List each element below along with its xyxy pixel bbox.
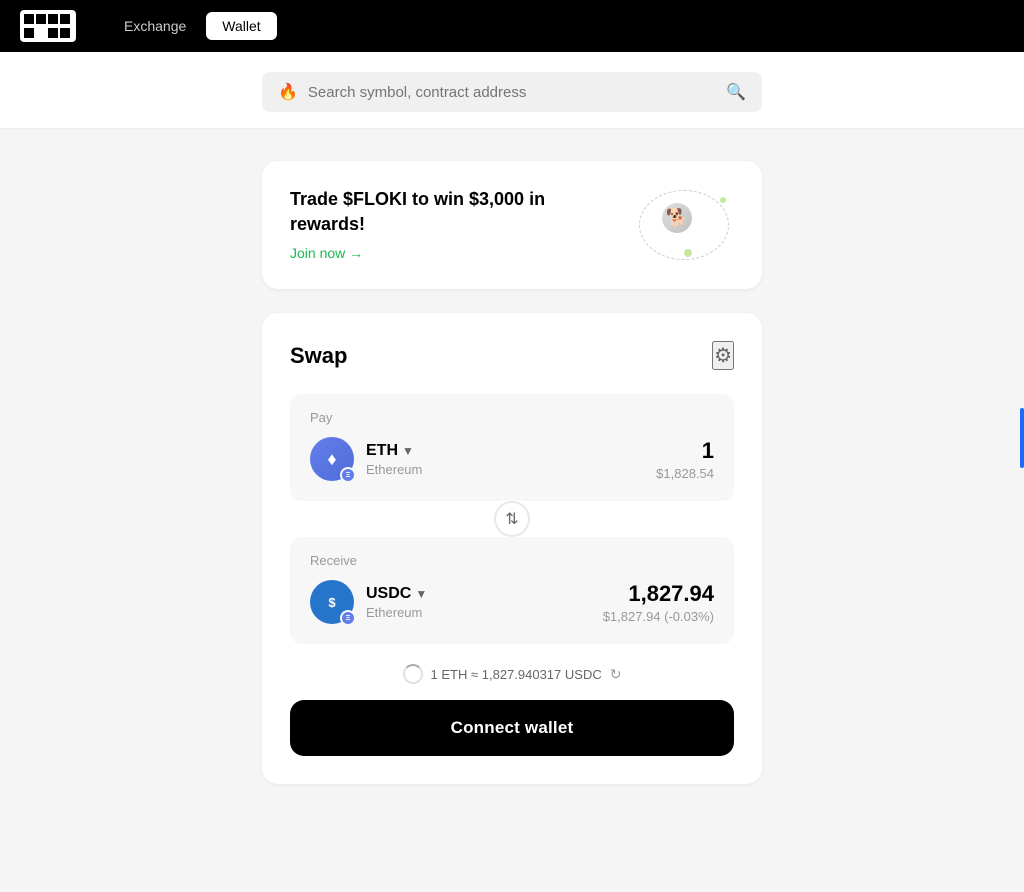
planet-body: 🐕 xyxy=(662,203,692,233)
usdc-chain-badge: Ξ xyxy=(340,610,356,626)
swap-header: Swap ⚙ xyxy=(290,341,734,370)
promo-join-link[interactable]: Join now → xyxy=(290,245,363,261)
receive-token-name: USDC xyxy=(366,585,411,603)
pay-token-right: 1 $1,828.54 xyxy=(656,438,714,481)
search-container: 🔥 🔍 xyxy=(0,52,1024,129)
settings-button[interactable]: ⚙ xyxy=(712,341,734,370)
orbit-dot-2 xyxy=(720,197,726,203)
rate-row: 1 ETH ≈ 1,827.940317 USDC ↻ xyxy=(290,664,734,684)
pay-token-usd: $1,828.54 xyxy=(656,466,714,481)
eth-symbol: ♦ xyxy=(327,449,336,470)
scroll-indicator xyxy=(1020,408,1024,468)
pay-token-dropdown-icon: ▼ xyxy=(402,444,414,458)
pay-token-left: ♦ Ξ ETH ▼ Ethereum xyxy=(310,437,422,481)
search-icon: 🔍 xyxy=(726,82,746,102)
pay-token-info: ETH ▼ Ethereum xyxy=(366,442,422,477)
eth-chain-badge: Ξ xyxy=(340,467,356,483)
receive-token-info: USDC ▼ Ethereum xyxy=(366,585,427,620)
search-bar: 🔥 🔍 xyxy=(262,72,762,112)
rate-text: 1 ETH ≈ 1,827.940317 USDC xyxy=(431,667,602,682)
rate-loader-icon xyxy=(403,664,423,684)
orbit-dot-1 xyxy=(684,249,692,257)
promo-card: Trade $FLOKI to win $3,000 in rewards! J… xyxy=(262,161,762,289)
header: Exchange Wallet xyxy=(0,0,1024,52)
swap-title: Swap xyxy=(290,343,347,369)
receive-token-dropdown-icon: ▼ xyxy=(415,587,427,601)
promo-illustration: 🐕 xyxy=(634,185,734,265)
nav-tabs: Exchange Wallet xyxy=(108,12,277,40)
okx-logo xyxy=(20,10,76,42)
swap-arrows-icon: ⇅ xyxy=(505,509,518,529)
nav-exchange-tab[interactable]: Exchange xyxy=(108,12,202,40)
receive-token-right: 1,827.94 $1,827.94 (-0.03%) xyxy=(603,581,714,624)
pay-token-name: ETH xyxy=(366,442,398,460)
swap-direction-button[interactable]: ⇅ xyxy=(494,501,530,537)
promo-headline: Trade $FLOKI to win $3,000 in rewards! xyxy=(290,187,570,237)
search-input[interactable] xyxy=(308,84,716,101)
pay-token-name-row[interactable]: ETH ▼ xyxy=(366,442,422,460)
receive-token-row: $ Ξ USDC ▼ Ethereum 1,827.94 xyxy=(310,580,714,624)
receive-token-amount: 1,827.94 xyxy=(603,581,714,607)
rate-refresh-icon[interactable]: ↻ xyxy=(610,666,622,683)
fire-icon: 🔥 xyxy=(278,82,298,102)
nav-wallet-tab[interactable]: Wallet xyxy=(206,12,276,40)
pay-section: Pay ♦ Ξ ETH ▼ Ethereum xyxy=(290,394,734,501)
receive-label: Receive xyxy=(310,553,714,568)
pay-token-chain: Ethereum xyxy=(366,462,422,477)
eth-icon: ♦ Ξ xyxy=(310,437,354,481)
pay-token-row: ♦ Ξ ETH ▼ Ethereum 1 $1 xyxy=(310,437,714,481)
swap-card: Swap ⚙ Pay ♦ Ξ ETH ▼ xyxy=(262,313,762,784)
receive-token-name-row[interactable]: USDC ▼ xyxy=(366,585,427,603)
usdc-icon: $ Ξ xyxy=(310,580,354,624)
promo-text: Trade $FLOKI to win $3,000 in rewards! J… xyxy=(290,187,570,263)
pay-label: Pay xyxy=(310,410,714,425)
pay-token-amount[interactable]: 1 xyxy=(656,438,714,464)
receive-token-left: $ Ξ USDC ▼ Ethereum xyxy=(310,580,427,624)
usdc-symbol: $ xyxy=(328,595,335,610)
receive-token-usd: $1,827.94 (-0.03%) xyxy=(603,609,714,624)
swap-divider: ⇅ xyxy=(290,503,734,535)
receive-token-chain: Ethereum xyxy=(366,605,427,620)
receive-section: Receive $ Ξ USDC ▼ Ethereum xyxy=(290,537,734,644)
main-content: Trade $FLOKI to win $3,000 in rewards! J… xyxy=(0,129,1024,892)
connect-wallet-button[interactable]: Connect wallet xyxy=(290,700,734,756)
